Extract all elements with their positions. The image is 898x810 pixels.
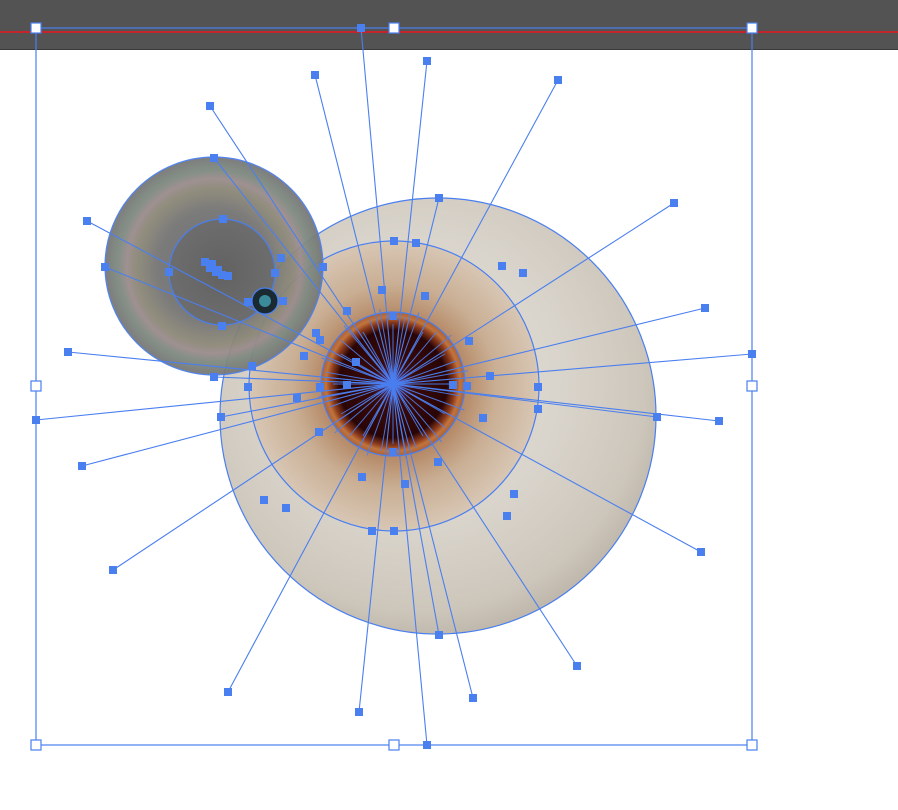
anchor-point[interactable] — [554, 76, 562, 84]
anchor-point[interactable] — [449, 381, 457, 389]
anchor-point[interactable] — [715, 417, 723, 425]
bounding-box-handle[interactable] — [30, 22, 42, 34]
anchor-point[interactable] — [206, 102, 214, 110]
bounding-box-handle[interactable] — [30, 739, 42, 751]
anchor-point[interactable] — [412, 239, 420, 247]
anchor-point[interactable] — [271, 269, 279, 277]
anchor-point[interactable] — [503, 512, 511, 520]
anchor-point[interactable] — [64, 348, 72, 356]
anchor-point[interactable] — [109, 566, 117, 574]
anchor-point[interactable] — [463, 382, 471, 390]
anchor-point[interactable] — [358, 473, 366, 481]
anchor-point[interactable] — [165, 268, 173, 276]
anchor-point[interactable] — [343, 381, 351, 389]
anchor-point[interactable] — [282, 504, 290, 512]
anchor-point[interactable] — [218, 322, 226, 330]
anchor-point[interactable] — [510, 490, 518, 498]
anchor-point[interactable] — [434, 458, 442, 466]
anchor-point[interactable] — [83, 217, 91, 225]
anchor-point[interactable] — [311, 71, 319, 79]
bounding-box-handle[interactable] — [388, 739, 400, 751]
anchor-point[interactable] — [390, 527, 398, 535]
anchor-point[interactable] — [315, 428, 323, 436]
bounding-box-handle[interactable] — [30, 380, 42, 392]
anchor-point[interactable] — [343, 307, 351, 315]
lens-flare-highlight — [259, 295, 271, 307]
anchor-point[interactable] — [423, 741, 431, 749]
anchor-point[interactable] — [219, 215, 227, 223]
anchor-point[interactable] — [78, 462, 86, 470]
anchor-point[interactable] — [357, 24, 365, 32]
anchor-point[interactable] — [214, 266, 222, 274]
anchor-point[interactable] — [389, 448, 397, 456]
anchor-point[interactable] — [217, 413, 225, 421]
anchor-point[interactable] — [653, 413, 661, 421]
anchor-point[interactable] — [355, 708, 363, 716]
anchor-point[interactable] — [244, 383, 252, 391]
anchor-point[interactable] — [479, 414, 487, 422]
anchor-point[interactable] — [260, 496, 268, 504]
anchor-point[interactable] — [435, 194, 443, 202]
anchor-point[interactable] — [378, 286, 386, 294]
anchor-point[interactable] — [498, 262, 506, 270]
anchor-point[interactable] — [389, 312, 397, 320]
anchor-point[interactable] — [486, 372, 494, 380]
anchor-point[interactable] — [701, 304, 709, 312]
anchor-point[interactable] — [352, 358, 360, 366]
bounding-box-handle[interactable] — [746, 739, 758, 751]
anchor-point[interactable] — [748, 350, 756, 358]
bounding-box-handle[interactable] — [388, 22, 400, 34]
anchor-point[interactable] — [368, 527, 376, 535]
anchor-point[interactable] — [277, 254, 285, 262]
anchor-point[interactable] — [248, 362, 256, 370]
anchor-point[interactable] — [670, 199, 678, 207]
anchor-point[interactable] — [534, 405, 542, 413]
anchor-point[interactable] — [573, 662, 581, 670]
anchor-point[interactable] — [401, 480, 409, 488]
anchor-point[interactable] — [316, 336, 324, 344]
anchor-point[interactable] — [435, 631, 443, 639]
anchor-point[interactable] — [210, 154, 218, 162]
bounding-box-handle[interactable] — [746, 22, 758, 34]
artboard-canvas[interactable] — [0, 0, 898, 810]
anchor-point[interactable] — [224, 272, 232, 280]
anchor-point[interactable] — [465, 337, 473, 345]
anchor-point[interactable] — [316, 383, 324, 391]
anchor-point[interactable] — [319, 263, 327, 271]
anchor-point[interactable] — [101, 263, 109, 271]
anchor-point[interactable] — [312, 329, 320, 337]
anchor-point[interactable] — [519, 269, 527, 277]
anchor-point[interactable] — [244, 298, 252, 306]
anchor-point[interactable] — [224, 688, 232, 696]
artwork-svg[interactable] — [0, 0, 898, 810]
anchor-point[interactable] — [210, 373, 218, 381]
anchor-point[interactable] — [423, 57, 431, 65]
bounding-box-handle[interactable] — [746, 380, 758, 392]
anchor-point[interactable] — [390, 237, 398, 245]
anchor-point[interactable] — [534, 383, 542, 391]
anchor-point[interactable] — [279, 297, 287, 305]
anchor-point[interactable] — [293, 394, 301, 402]
anchor-point[interactable] — [697, 548, 705, 556]
anchor-point[interactable] — [300, 352, 308, 360]
anchor-point[interactable] — [421, 292, 429, 300]
anchor-point[interactable] — [469, 694, 477, 702]
anchor-point[interactable] — [32, 416, 40, 424]
